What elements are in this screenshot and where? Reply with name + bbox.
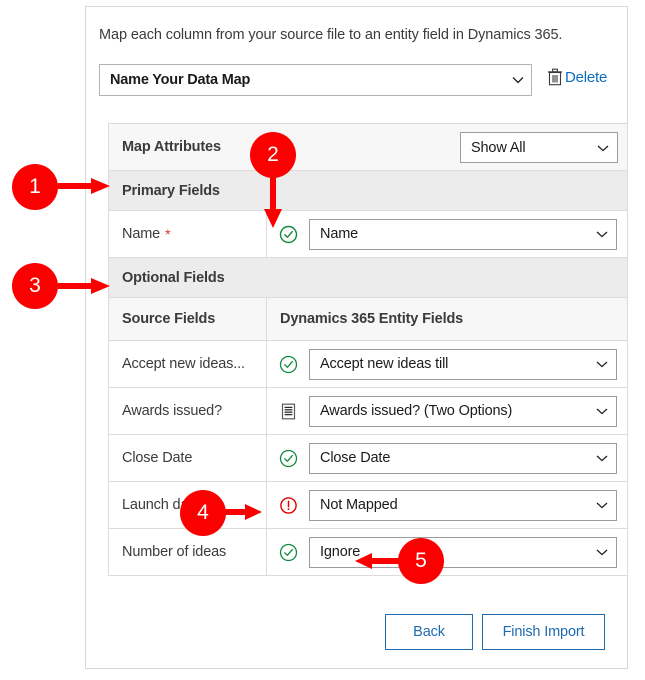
delete-data-map-button[interactable]: Delete — [547, 68, 607, 86]
callout-badge-4: 4 — [180, 490, 226, 536]
list-options-icon — [279, 402, 298, 421]
callout-badge-3: 3 — [12, 263, 58, 309]
check-circle-icon — [279, 543, 298, 562]
show-all-filter-value: Show All — [471, 139, 526, 156]
source-field-label: Number of ideas — [122, 544, 227, 560]
chevron-down-icon — [595, 498, 609, 512]
check-circle-icon — [279, 355, 298, 374]
chevron-down-icon — [596, 141, 610, 155]
required-marker: * — [165, 226, 171, 242]
section-header-primary-fields: Primary Fields — [109, 171, 627, 211]
target-field-cell: Not Mapped — [309, 482, 627, 528]
optional-fields-label: Optional Fields — [122, 269, 225, 286]
table-row: Accept new ideas... Accept new ideas til… — [109, 341, 627, 388]
source-field-label: Accept new ideas... — [122, 356, 245, 372]
source-field-cell: Close Date — [109, 435, 267, 481]
target-field-select[interactable]: Name — [309, 218, 617, 250]
table-row: Close Date Close Date — [109, 435, 627, 482]
mapping-status-cell — [267, 529, 309, 575]
dialog-instruction-text: Map each column from your source file to… — [99, 27, 563, 43]
chevron-down-icon — [595, 545, 609, 559]
chevron-down-icon — [595, 451, 609, 465]
table-row: Awards issued? Awards issued? (Two Optio… — [109, 388, 627, 435]
callout-arrow-3 — [58, 278, 110, 294]
chevron-down-icon — [511, 73, 525, 87]
section-header-optional-fields: Optional Fields — [109, 258, 627, 298]
chevron-down-icon — [595, 227, 609, 241]
callout-number: 4 — [197, 501, 209, 524]
target-field-value: Name — [320, 226, 359, 242]
check-circle-icon — [279, 449, 298, 468]
target-field-cell: Awards issued? (Two Options) — [309, 388, 627, 434]
callout-badge-1: 1 — [12, 164, 58, 210]
target-field-select[interactable]: Accept new ideas till — [309, 348, 617, 380]
data-map-name-value: Name Your Data Map — [110, 72, 251, 88]
mapping-status-cell — [267, 341, 309, 387]
show-all-filter-select[interactable]: Show All — [460, 132, 618, 163]
mapping-status-cell — [267, 388, 309, 434]
map-attributes-header-row: Map Attributes Show All — [109, 124, 627, 171]
source-field-cell: Awards issued? — [109, 388, 267, 434]
table-row: Name * Name — [109, 211, 627, 258]
callout-number: 2 — [267, 143, 279, 166]
table-column-header-row: Source Fields Dynamics 365 Entity Fields — [109, 298, 627, 341]
primary-fields-label: Primary Fields — [122, 182, 220, 199]
callout-arrow-2 — [264, 176, 282, 228]
target-field-cell: Accept new ideas till — [309, 341, 627, 387]
dialog-footer: Back Finish Import — [99, 614, 605, 650]
source-field-label: Close Date — [122, 450, 193, 466]
source-field-cell: Accept new ideas... — [109, 341, 267, 387]
callout-arrow-1 — [58, 178, 110, 194]
callout-badge-5: 5 — [398, 538, 444, 584]
data-map-name-row: Name Your Data Map Delete — [99, 64, 614, 96]
target-field-cell: Close Date — [309, 435, 627, 481]
target-field-value: Awards issued? (Two Options) — [320, 403, 513, 419]
data-map-dialog: Map each column from your source file to… — [85, 6, 628, 669]
warning-circle-icon — [279, 496, 298, 515]
back-button[interactable]: Back — [385, 614, 473, 650]
target-field-value: Accept new ideas till — [320, 356, 449, 372]
target-field-select[interactable]: Close Date — [309, 442, 617, 474]
source-field-label: Name — [122, 226, 161, 242]
column-header-source: Source Fields — [109, 298, 267, 340]
callout-number: 1 — [29, 175, 41, 198]
callout-arrow-5 — [355, 553, 403, 569]
finish-import-button[interactable]: Finish Import — [482, 614, 605, 650]
source-field-cell: Name * — [109, 211, 267, 257]
data-map-name-select[interactable]: Name Your Data Map — [99, 64, 532, 96]
source-field-cell: Number of ideas — [109, 529, 267, 575]
source-field-label: Awards issued? — [122, 403, 222, 419]
target-field-value: Close Date — [320, 450, 391, 466]
callout-number: 3 — [29, 274, 41, 297]
callout-badge-2: 2 — [250, 132, 296, 178]
callout-arrow-4 — [222, 504, 262, 520]
target-field-select[interactable]: Awards issued? (Two Options) — [309, 395, 617, 427]
target-field-value: Not Mapped — [320, 497, 398, 513]
callout-number: 5 — [415, 549, 427, 572]
chevron-down-icon — [595, 404, 609, 418]
target-field-select[interactable]: Not Mapped — [309, 489, 617, 521]
chevron-down-icon — [595, 357, 609, 371]
mapping-status-cell — [267, 482, 309, 528]
delete-label: Delete — [565, 68, 608, 86]
mapping-status-cell — [267, 435, 309, 481]
target-field-cell: Name — [309, 211, 627, 257]
column-header-target: Dynamics 365 Entity Fields — [280, 311, 464, 327]
trash-icon — [547, 68, 563, 86]
